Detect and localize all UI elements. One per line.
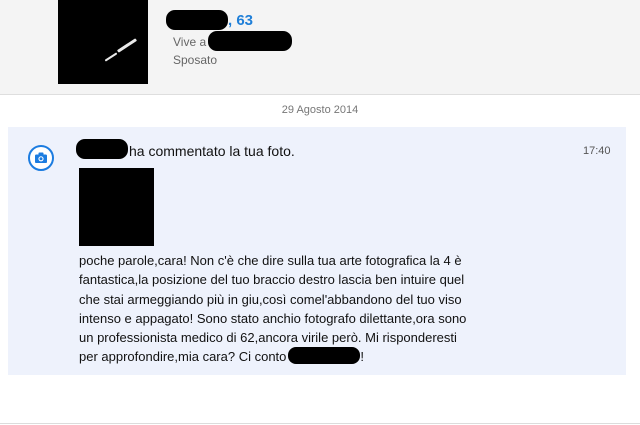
redacted-name[interactable] bbox=[166, 10, 228, 30]
notification-time: 17:40 bbox=[583, 145, 611, 157]
avatar-glare bbox=[116, 38, 138, 53]
redacted-inline-name bbox=[288, 347, 361, 365]
avatar[interactable] bbox=[58, 0, 148, 84]
comment-last-line: per approfondire,mia cara? Ci conto! bbox=[79, 347, 509, 366]
bottom-divider bbox=[0, 423, 640, 424]
profile-header: , 63 Vive a Sposato bbox=[0, 0, 640, 95]
profile-relationship-status: Sposato bbox=[173, 53, 218, 67]
comment-line: fantastica,la posizione del tuo braccio … bbox=[79, 272, 465, 288]
date-separator: 29 Agosto 2014 bbox=[281, 104, 359, 116]
profile-age[interactable]: , 63 bbox=[228, 12, 253, 29]
avatar-glare bbox=[104, 52, 118, 62]
comment-end: ! bbox=[360, 349, 365, 365]
comment-text: poche parole,cara! Non c'è che dire sull… bbox=[79, 251, 509, 367]
redacted-location bbox=[208, 31, 292, 51]
camera-icon bbox=[28, 145, 54, 171]
comment-line: per approfondire,mia cara? Ci conto bbox=[79, 349, 287, 365]
comment-line: poche parole,cara! Non c'è che dire sull… bbox=[79, 253, 462, 268]
comment-line: un professionista medico di 62,ancora vi… bbox=[79, 330, 457, 346]
commented-photo-thumbnail[interactable] bbox=[79, 168, 154, 246]
notification-action-text: ha commentato la tua foto. bbox=[129, 143, 295, 159]
comment-line: che stai armeggiando più in giu,così com… bbox=[79, 291, 462, 307]
comment-line: intenso e appagato! Sono stato anchio fo… bbox=[79, 310, 467, 326]
redacted-commenter-name[interactable] bbox=[76, 139, 128, 159]
profile-location-label: Vive a bbox=[173, 35, 207, 49]
